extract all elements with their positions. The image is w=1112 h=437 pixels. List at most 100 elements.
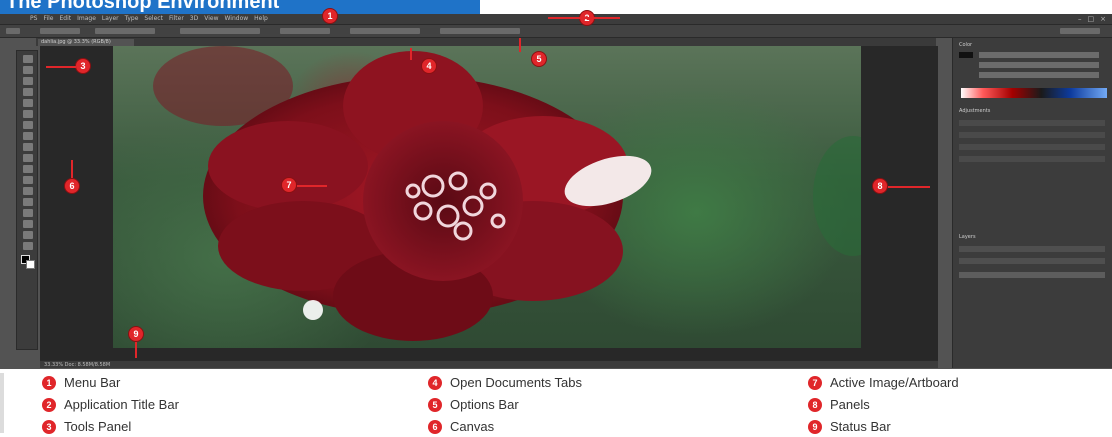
active-image[interactable] — [113, 46, 861, 348]
move-tool-icon[interactable] — [23, 55, 33, 63]
adjustments-panel-title[interactable]: Adjustments — [959, 108, 990, 114]
legend-edge — [0, 373, 4, 433]
pen-tool-icon[interactable] — [23, 209, 33, 217]
option-control[interactable] — [180, 28, 260, 34]
callout-5-line — [519, 38, 521, 52]
layer-controls[interactable] — [959, 246, 1105, 252]
legend-badge: 2 — [42, 397, 56, 412]
layer-controls[interactable] — [959, 258, 1105, 264]
crop-tool-icon[interactable] — [23, 99, 33, 107]
open-documents-tabs: dahlia.jpg @ 33.3% (RGB/8) — [36, 38, 936, 46]
healing-brush-tool-icon[interactable] — [23, 121, 33, 129]
tools-panel — [16, 50, 38, 350]
option-control[interactable] — [440, 28, 520, 34]
legend-item: 6 Canvas — [428, 419, 494, 434]
menu-3d[interactable]: 3D — [190, 15, 198, 23]
background-color-swatch[interactable] — [26, 260, 35, 269]
tool-preset-picker[interactable] — [6, 28, 20, 34]
petal-highlight — [303, 300, 323, 320]
callout-1: 1 — [322, 8, 338, 24]
callout-3-line — [46, 66, 76, 68]
legend-item: 3 Tools Panel — [42, 419, 131, 434]
legend-label: Canvas — [450, 419, 495, 434]
color-spectrum[interactable] — [961, 88, 1107, 98]
lasso-tool-icon[interactable] — [23, 77, 33, 85]
callout-4-line — [410, 48, 412, 60]
slider-track[interactable] — [979, 52, 1099, 58]
window-controls: – □ × — [1078, 15, 1106, 23]
callout-2-line — [548, 17, 620, 19]
menu-ps-logo[interactable]: PS — [30, 15, 37, 23]
option-control[interactable] — [350, 28, 420, 34]
legend-label: Panels — [830, 397, 870, 412]
minimize-icon[interactable]: – — [1078, 15, 1082, 23]
clone-stamp-tool-icon[interactable] — [23, 143, 33, 151]
menu-file[interactable]: File — [43, 15, 53, 23]
legend-label: Tools Panel — [64, 419, 132, 434]
menu-view[interactable]: View — [204, 15, 218, 23]
menu-help[interactable]: Help — [254, 15, 268, 23]
callout-7: 7 — [281, 177, 297, 193]
legend-label: Menu Bar — [64, 375, 121, 390]
slider-track[interactable] — [979, 72, 1099, 78]
callout-5: 5 — [531, 51, 547, 67]
legend-item: 7 Active Image/Artboard — [808, 375, 959, 390]
maximize-icon[interactable]: □ — [1088, 15, 1095, 23]
legend-item: 9 Status Bar — [808, 419, 891, 434]
legend-badge: 4 — [428, 375, 442, 390]
option-control[interactable] — [280, 28, 330, 34]
layer-row[interactable] — [959, 272, 1105, 278]
dodge-tool-icon[interactable] — [23, 198, 33, 206]
callout-8: 8 — [872, 178, 888, 194]
close-icon[interactable]: × — [1100, 15, 1106, 23]
legend-item: 4 Open Documents Tabs — [428, 375, 582, 390]
fg-swatch[interactable] — [959, 52, 973, 58]
marquee-tool-icon[interactable] — [23, 66, 33, 74]
adjustment-item[interactable] — [959, 156, 1105, 162]
banner-title: The Photoshop Environment — [6, 0, 280, 13]
legend-label: Options Bar — [450, 397, 519, 412]
adjustment-item[interactable] — [959, 144, 1105, 150]
menu-layer[interactable]: Layer — [102, 15, 119, 23]
eraser-tool-icon[interactable] — [23, 165, 33, 173]
menu-window[interactable]: Window — [224, 15, 248, 23]
option-control[interactable] — [40, 28, 80, 34]
quick-select-tool-icon[interactable] — [23, 88, 33, 96]
legend-item: 2 Application Title Bar — [42, 397, 179, 412]
layers-panel-title[interactable]: Layers — [959, 234, 976, 240]
option-control[interactable] — [95, 28, 155, 34]
annotated-screenshot: The Photoshop Environment PS File Edit I… — [0, 0, 1112, 437]
shape-tool-icon[interactable] — [23, 242, 33, 250]
foliage — [813, 136, 861, 256]
callout-3: 3 — [75, 58, 91, 74]
menu-filter[interactable]: Filter — [169, 15, 184, 23]
menu-select[interactable]: Select — [144, 15, 163, 23]
menu-edit[interactable]: Edit — [59, 15, 71, 23]
legend-label: Application Title Bar — [64, 397, 179, 412]
flower-center — [363, 121, 523, 281]
history-brush-tool-icon[interactable] — [23, 154, 33, 162]
legend-badge: 1 — [42, 375, 56, 390]
brush-tool-icon[interactable] — [23, 132, 33, 140]
menu-type[interactable]: Type — [125, 15, 139, 23]
options-bar — [0, 25, 1112, 38]
menu-image[interactable]: Image — [77, 15, 96, 23]
title-banner: The Photoshop Environment — [0, 0, 480, 14]
adjustment-item[interactable] — [959, 132, 1105, 138]
legend-item: 1 Menu Bar — [42, 375, 120, 390]
document-tab[interactable]: dahlia.jpg @ 33.3% (RGB/8) — [38, 39, 134, 46]
adjustment-item[interactable] — [959, 120, 1105, 126]
blur-tool-icon[interactable] — [23, 187, 33, 195]
slider-track[interactable] — [979, 62, 1099, 68]
eyedropper-tool-icon[interactable] — [23, 110, 33, 118]
workspace-switcher[interactable] — [1060, 28, 1100, 34]
legend-item: 5 Options Bar — [428, 397, 519, 412]
callout-9-line — [135, 342, 137, 358]
type-tool-icon[interactable] — [23, 220, 33, 228]
color-panel-title[interactable]: Color — [959, 42, 972, 48]
gradient-tool-icon[interactable] — [23, 176, 33, 184]
callout-8-line — [888, 186, 930, 188]
callout-6: 6 — [64, 178, 80, 194]
menu-items: PS File Edit Image Layer Type Select Fil… — [30, 15, 268, 23]
path-select-tool-icon[interactable] — [23, 231, 33, 239]
